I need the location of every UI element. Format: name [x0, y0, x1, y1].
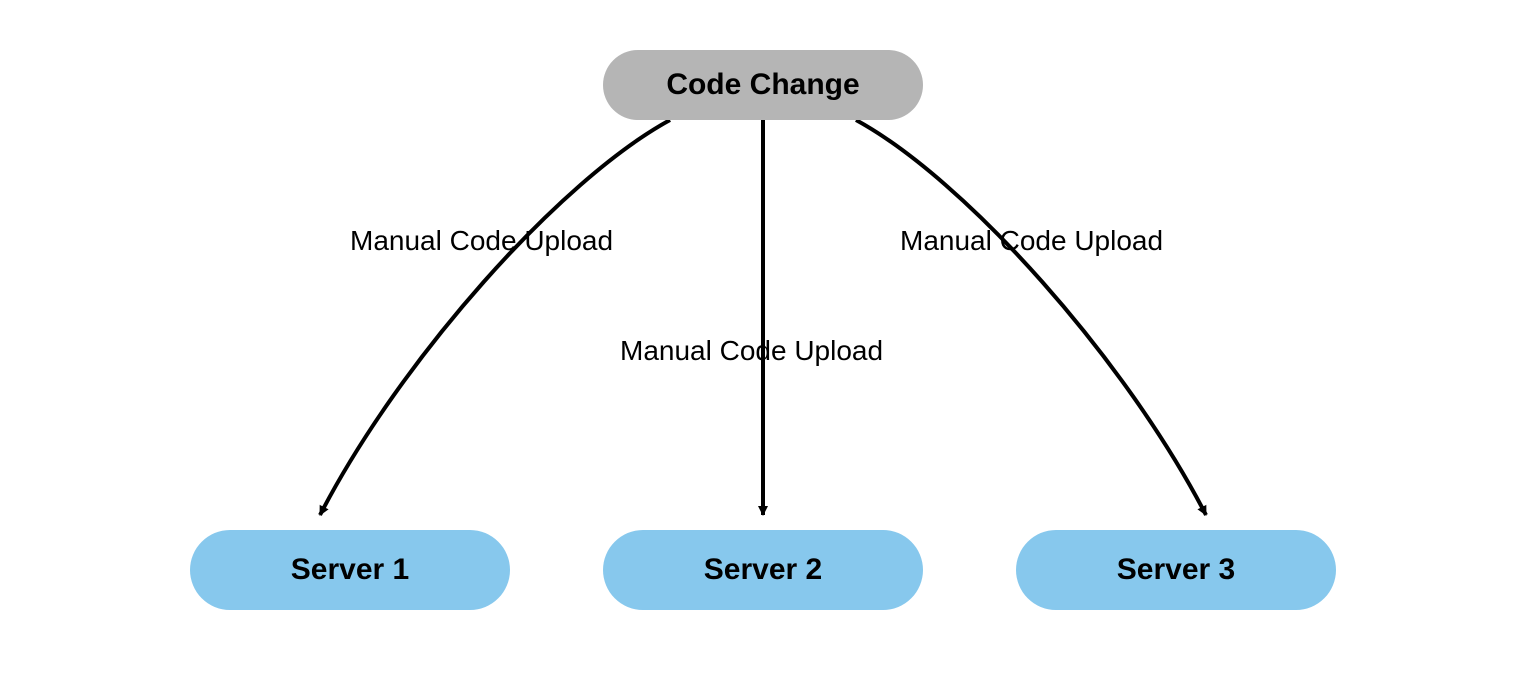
- edge-label-3: Manual Code Upload: [900, 225, 1163, 257]
- source-node-label: Code Change: [666, 68, 859, 102]
- arrow-left: [320, 120, 670, 515]
- target-node-1-label: Server 1: [291, 553, 409, 587]
- target-node-3: Server 3: [1016, 530, 1336, 610]
- target-node-3-label: Server 3: [1117, 553, 1235, 587]
- deployment-diagram: Code Change Manual Code Upload Manual Co…: [0, 0, 1526, 687]
- edge-label-1: Manual Code Upload: [350, 225, 613, 257]
- target-node-1: Server 1: [190, 530, 510, 610]
- source-node: Code Change: [603, 50, 923, 120]
- edge-label-2: Manual Code Upload: [620, 335, 883, 367]
- target-node-2: Server 2: [603, 530, 923, 610]
- arrow-right: [856, 120, 1206, 515]
- target-node-2-label: Server 2: [704, 553, 822, 587]
